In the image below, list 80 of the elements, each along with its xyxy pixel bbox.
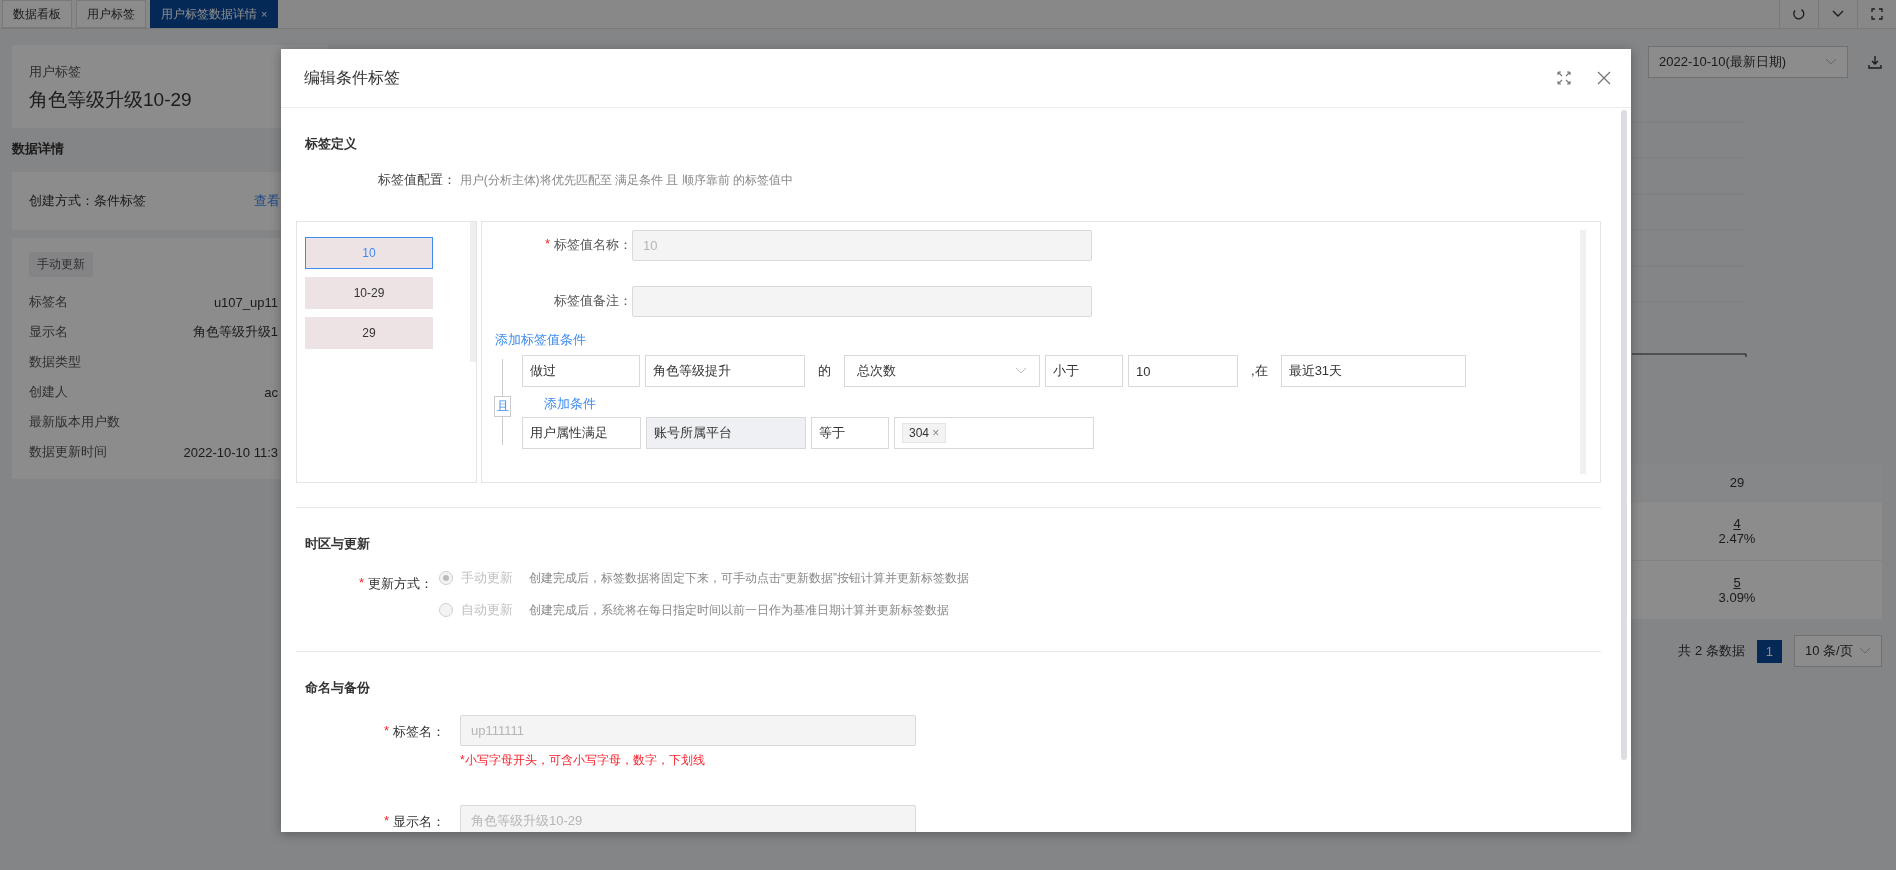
field-label: 显示名： — [393, 813, 445, 831]
section-heading: 数据详情 — [12, 140, 64, 158]
info-label: 标签名 — [29, 293, 68, 311]
field-label: 标签值备注： — [554, 292, 632, 310]
view-link[interactable]: 查看 — [254, 192, 280, 210]
page-tab[interactable]: 用户标签 — [76, 0, 146, 28]
update-mode-badge: 手动更新 — [29, 252, 93, 277]
field-label: 标签值名称： — [554, 236, 632, 254]
info-label: 最新版本用户数 — [29, 413, 120, 431]
tag-value-item[interactable]: 10-29 — [305, 277, 433, 309]
condition-field[interactable]: 10 — [1128, 355, 1238, 387]
condition-field[interactable]: 做过 — [522, 355, 640, 387]
config-label: 标签值配置： — [378, 172, 456, 187]
tag-value-item[interactable]: 10 — [305, 237, 433, 269]
page-size-select[interactable]: 10 条/页 — [1794, 635, 1882, 667]
expand-icon[interactable] — [1557, 71, 1571, 85]
date-select[interactable]: 2022-10-10(最新日期) — [1648, 46, 1848, 78]
condition-field[interactable]: 最近31天 — [1280, 355, 1466, 387]
percent-cell: 2.47% — [1718, 531, 1756, 546]
chevron-down-icon — [1015, 367, 1027, 375]
close-icon[interactable] — [1597, 71, 1611, 85]
page-button[interactable]: 1 — [1756, 639, 1782, 663]
tag-input-field[interactable]: 304 × — [894, 417, 1094, 449]
field-label: 标签名： — [393, 723, 445, 741]
add-value-condition-link[interactable]: 添加标签值条件 — [495, 331, 1600, 349]
chevron-down-icon — [1859, 647, 1871, 655]
radio-label: 自动更新 — [461, 601, 513, 619]
required-mark: * — [544, 236, 550, 253]
required-mark: * — [358, 575, 364, 592]
info-label: 数据类型 — [29, 353, 81, 371]
condition-field[interactable]: 等于 — [811, 417, 889, 449]
condition-field: 账号所属平台 — [646, 417, 806, 449]
info-value: ac — [264, 384, 278, 400]
condition-field[interactable]: 小于 — [1045, 355, 1123, 387]
download-icon[interactable] — [1868, 55, 1882, 69]
info-label: 数据更新时间 — [29, 443, 107, 461]
creation-method: 创建方式：条件标签 — [29, 192, 146, 210]
close-icon[interactable]: × — [261, 8, 268, 20]
info-value: 2022-10-10 11:3 — [183, 444, 278, 460]
info-value: 角色等级升级1 — [192, 323, 278, 341]
tag-value-item[interactable]: 29 — [305, 317, 433, 349]
section-heading: 时区与更新 — [304, 535, 371, 553]
refresh-icon[interactable] — [1792, 7, 1806, 21]
value-tag: 304 × — [902, 423, 947, 443]
info-label: 显示名 — [29, 323, 68, 341]
chevron-down-icon[interactable] — [1831, 9, 1845, 19]
required-mark: * — [383, 813, 389, 830]
condition-field[interactable]: 用户属性满足 — [522, 417, 641, 449]
condition-select[interactable]: 总次数 — [844, 355, 1040, 387]
dialog-title: 编辑条件标签 — [304, 67, 400, 88]
fullscreen-icon[interactable] — [1871, 8, 1883, 20]
scrollbar[interactable] — [470, 222, 476, 362]
radio-label: 手动更新 — [461, 569, 513, 587]
field-label: 更新方式： — [368, 575, 433, 593]
section-heading: 命名与备份 — [304, 679, 371, 697]
option-description: 创建完成后，标签数据将固定下来，可手动点击“更新数据”按钮计算并更新标签数据 — [529, 569, 969, 587]
add-condition-link[interactable]: 添加条件 — [544, 395, 1600, 411]
config-hint: 用户(分析主体)将优先匹配至 满足条件 且 顺序靠前 的标签值中 — [459, 173, 793, 187]
condition-field[interactable]: 角色等级提升 — [645, 355, 805, 387]
percent-cell: 3.09% — [1718, 590, 1756, 605]
validation-message: *小写字母开头，可含小写字母，数字，下划线 — [460, 752, 706, 769]
info-label: 创建人 — [29, 383, 68, 401]
required-mark: * — [383, 723, 389, 740]
section-heading: 标签定义 — [304, 135, 358, 153]
page-tab[interactable]: 数据看板 — [2, 0, 72, 28]
total-count: 共 2 条数据 — [1678, 642, 1745, 660]
scrollbar[interactable] — [1621, 110, 1627, 760]
page-tab[interactable]: 用户标签数据详情 × — [150, 0, 279, 28]
input-field[interactable] — [632, 285, 1092, 317]
condition-text: 的 — [817, 362, 832, 380]
count-link[interactable]: 4 — [1733, 516, 1741, 531]
and-toggle[interactable]: 且 — [494, 396, 511, 417]
count-link[interactable]: 5 — [1733, 575, 1741, 590]
condition-text: ,在 — [1250, 362, 1269, 380]
card-caption: 用户标签 — [29, 63, 82, 81]
remove-icon[interactable]: × — [932, 426, 940, 440]
chevron-down-icon — [1825, 58, 1837, 66]
option-description: 创建完成后，系统将在每日指定时间以前一日作为基准日期计算并更新标签数据 — [529, 601, 949, 619]
tag-title: 角色等级升级10-29 — [29, 88, 193, 112]
info-value: u107_up11 — [213, 294, 278, 310]
